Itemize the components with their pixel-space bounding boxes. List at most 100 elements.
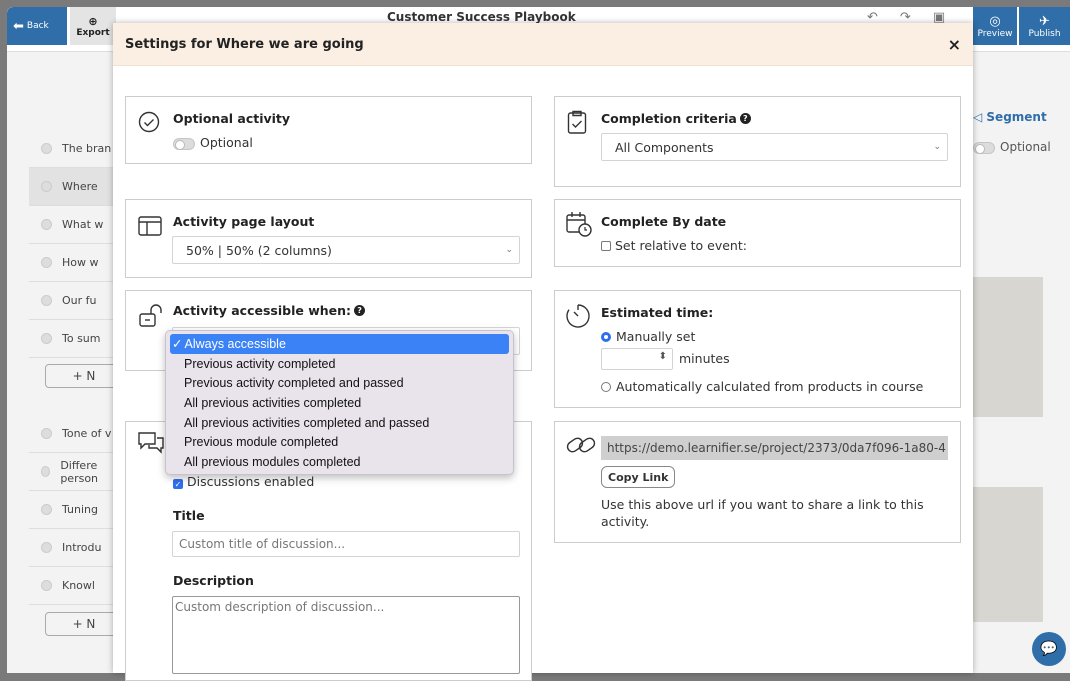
outline-module[interactable]: The bran: [29, 130, 124, 168]
discussion-description-input[interactable]: Custom description of discussion...: [172, 596, 520, 674]
activity-icon: [41, 466, 51, 477]
download-icon: ⊕: [88, 14, 98, 28]
background-image: [973, 487, 1043, 622]
share-link-help: Use this above url if you want to share …: [601, 497, 924, 529]
manual-time-label: Manually set: [616, 329, 696, 344]
copy-link-button[interactable]: Copy Link: [601, 466, 676, 488]
back-button[interactable]: ⬅ Back: [7, 7, 67, 45]
optional-toggle-label: Optional: [200, 135, 253, 150]
discussions-enabled-checkbox[interactable]: ✓ Discussions enabled: [173, 474, 314, 489]
outline-label: Knowl: [62, 579, 95, 592]
modal-title: Settings for Where we are going: [125, 36, 364, 52]
discussions-enabled-label: Discussions enabled: [187, 474, 315, 489]
completion-criteria-value: All Components: [615, 139, 714, 155]
background-image: [973, 277, 1043, 417]
outline-label: Our fu: [62, 294, 97, 307]
rocket-icon: ✈: [1039, 13, 1050, 29]
chevron-down-icon: ⌄: [933, 142, 941, 152]
outline-item[interactable]: Our fu: [29, 282, 124, 320]
check-circle-icon: [138, 111, 160, 137]
toggle-icon: [173, 137, 195, 150]
chat-bubbles-icon: [136, 430, 166, 460]
completion-criteria-select[interactable]: All Components ⌄: [601, 133, 948, 161]
publish-label: Publish: [1028, 28, 1061, 39]
help-icon[interactable]: ?: [354, 305, 366, 316]
dropdown-option[interactable]: Previous activity completed: [170, 354, 509, 374]
discussion-description-label: Description: [173, 573, 254, 588]
estimated-time-title: Estimated time:: [601, 305, 714, 320]
export-button[interactable]: ⊕ Export: [70, 7, 116, 45]
minutes-label: minutes: [679, 351, 730, 366]
activity-icon: [41, 257, 52, 268]
outline-item[interactable]: Tuning: [29, 491, 124, 529]
dropdown-option[interactable]: All previous activities completed and pa…: [170, 413, 509, 433]
preview-label: Preview: [977, 28, 1013, 39]
close-icon[interactable]: ×: [948, 35, 961, 54]
link-icon: [565, 434, 597, 460]
share-url-field[interactable]: https://demo.learnifier.se/project/2373/…: [601, 436, 948, 460]
activity-icon: [41, 219, 52, 230]
accessible-title-text: Activity accessible when:: [173, 303, 352, 318]
page-layout-select[interactable]: 50% | 50% (2 columns) ⌄: [172, 236, 520, 264]
stepper-icon[interactable]: ⬍: [659, 351, 667, 362]
arrow-left-icon: ⬅: [13, 18, 24, 34]
help-icon[interactable]: ?: [739, 113, 751, 124]
checkbox-icon: [601, 241, 611, 251]
completion-criteria-title: Completion criteria?: [601, 111, 751, 126]
activity-icon: [41, 181, 52, 192]
checkbox-checked-icon: ✓: [173, 479, 183, 489]
dropdown-option[interactable]: Previous module completed: [170, 432, 509, 452]
relative-event-checkbox[interactable]: Set relative to event:: [601, 238, 747, 253]
page-layout-title: Activity page layout: [173, 214, 315, 229]
dropdown-option[interactable]: All previous modules completed: [170, 452, 509, 472]
relative-event-label: Set relative to event:: [615, 238, 747, 253]
manual-time-radio[interactable]: Manually set: [601, 329, 695, 344]
clipboard-check-icon: [567, 109, 587, 139]
outline-item[interactable]: To sum: [29, 320, 124, 358]
preview-button[interactable]: ◎ Preview: [973, 7, 1017, 45]
discussion-title-input[interactable]: Custom title of discussion...: [172, 531, 520, 557]
complete-by-card: Complete By date Set relative to event:: [554, 199, 961, 267]
outline-item[interactable]: What w: [29, 206, 124, 244]
option-label: Always accessible: [184, 336, 286, 351]
publish-button[interactable]: ✈ Publish: [1019, 7, 1070, 45]
outline-item[interactable]: Differe person: [29, 453, 124, 491]
calendar-clock-icon: [565, 210, 593, 242]
segment-tab[interactable]: ◁ Segment: [973, 110, 1047, 124]
radio-selected-icon: [601, 332, 611, 342]
outline-module[interactable]: Tone of v: [29, 415, 124, 453]
outline-item[interactable]: Introdu: [29, 529, 124, 567]
add-activity-button[interactable]: + N: [45, 364, 123, 388]
minutes-stepper[interactable]: ⬍: [601, 348, 673, 370]
optional-toggle-bg[interactable]: Optional: [973, 140, 1051, 154]
layout-icon: [138, 216, 162, 240]
export-label: Export: [76, 27, 110, 38]
completion-criteria-text: Completion criteria: [601, 111, 737, 126]
outline-item[interactable]: Where: [29, 168, 124, 206]
accessible-dropdown-list: ✓ Always accessible Previous activity com…: [165, 330, 514, 475]
add-activity-button[interactable]: + N: [45, 612, 123, 636]
radio-icon: [601, 382, 611, 392]
dropdown-option-selected[interactable]: ✓ Always accessible: [170, 334, 509, 354]
outline-item[interactable]: Knowl: [29, 567, 124, 605]
activity-icon: [41, 295, 52, 306]
auto-time-label: Automatically calculated from products i…: [616, 379, 924, 394]
estimated-time-card: Estimated time: Manually set ⬍ minutes A…: [554, 290, 961, 408]
checkmark-icon: ✓: [172, 337, 183, 352]
dropdown-option[interactable]: Previous activity completed and passed: [170, 373, 509, 393]
activity-icon: [41, 504, 52, 515]
unlock-icon: [138, 303, 164, 333]
outline-label: Tone of v: [62, 427, 112, 440]
outline-label: Introdu: [62, 541, 102, 554]
complete-by-title: Complete By date: [601, 214, 727, 229]
page-title: Customer Success Playbook: [387, 10, 576, 24]
optional-activity-title: Optional activity: [173, 111, 291, 126]
chat-icon[interactable]: 💬: [1032, 632, 1066, 666]
discussion-title-label: Title: [173, 508, 205, 523]
dropdown-option[interactable]: All previous activities completed: [170, 393, 509, 413]
page-layout-value: 50% | 50% (2 columns): [186, 242, 332, 258]
outline-item[interactable]: How w: [29, 244, 124, 282]
toggle-icon: [973, 141, 995, 154]
auto-time-radio[interactable]: Automatically calculated from products i…: [601, 379, 923, 394]
optional-toggle[interactable]: Optional: [173, 135, 253, 150]
